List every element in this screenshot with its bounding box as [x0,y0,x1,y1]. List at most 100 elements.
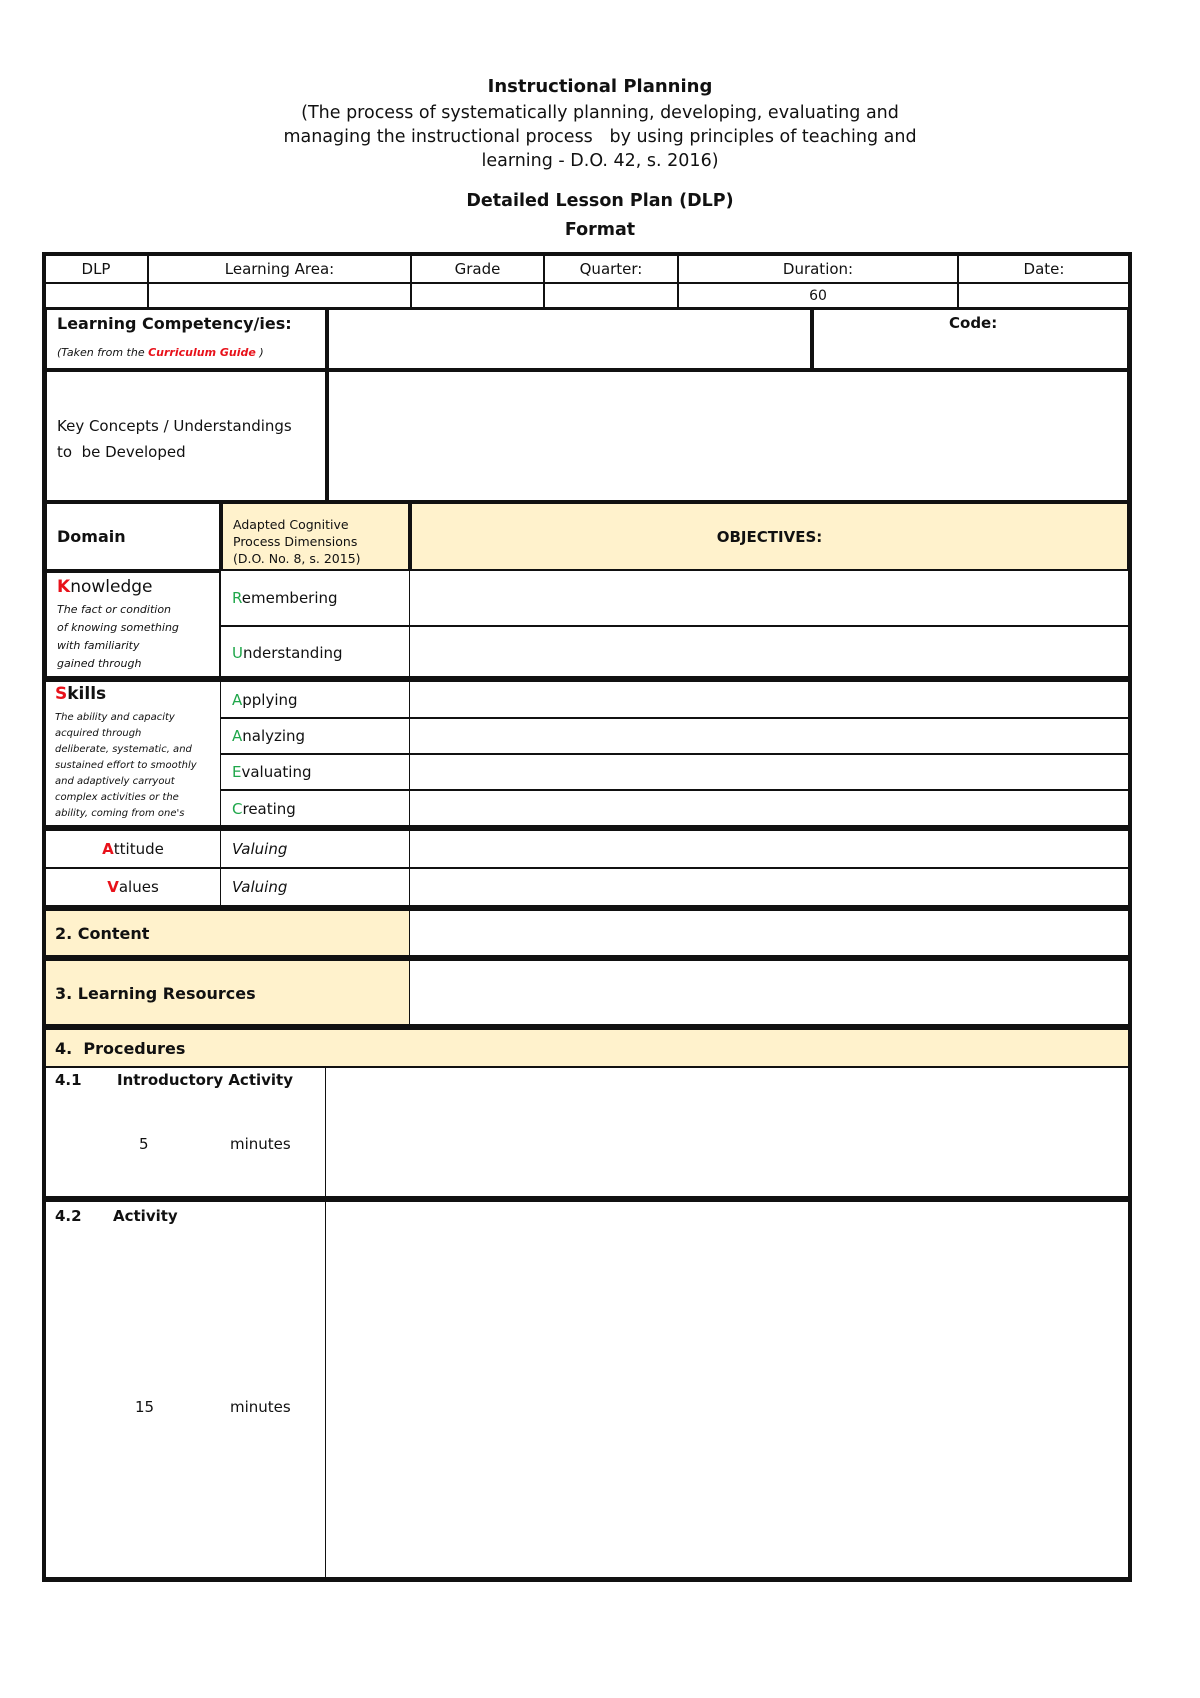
label-learning-area: Learning Area: [148,254,411,283]
objective-remembering-field[interactable] [409,570,1130,626]
page-description: (The process of systematically planning,… [0,101,1200,173]
skills-domain-cell: Skills The ability and capacity acquired… [44,681,222,827]
process-rest: nderstanding [242,643,343,662]
objective-applying-field[interactable] [409,681,1130,718]
process-evaluating: Evaluating [220,754,411,790]
key-concepts-label: Key Concepts / Understandings to be Deve… [57,413,292,465]
procedure-minutes: 15 [135,1398,155,1416]
procedures-header: 4. Procedures [44,1029,1130,1067]
dimensions-line-1: Adapted Cognitive [233,517,349,532]
procedure-minutes-unit: minutes [230,1398,291,1416]
process-understanding: Understanding [220,626,411,679]
values-process: Valuing [220,868,411,906]
code-label: Code: [949,314,998,332]
skills-desc-line: acquired through [55,728,142,739]
page-title: Instructional Planning [487,76,713,97]
knowledge-domain-cell: Knowledge The fact or condition of knowi… [44,570,222,679]
objectives-header: OBJECTIVES: [409,501,1130,572]
attitude-initial: A [102,840,114,858]
skills-initial: S [55,684,68,704]
domain-label: Domain [57,527,126,546]
description-line-2: managing the instructional process by us… [283,127,917,147]
process-applying: Applying [220,681,411,718]
label-duration: Duration: [678,254,958,283]
key-concepts-line-1: Key Concepts / Understandings [57,417,292,435]
process-initial: A [232,690,243,709]
dimensions-label: Adapted Cognitive Process Dimensions (D.… [233,516,361,567]
skills-desc-line: sustained effort to smoothly [55,760,197,771]
dlp-field[interactable] [44,283,148,308]
objective-creating-field[interactable] [409,790,1130,827]
competency-field[interactable] [326,307,813,371]
content-label: 2. Content [55,924,150,943]
knowledge-desc-line: with familiarity [57,639,140,652]
procedure-number: 4.2 [55,1207,82,1225]
dimensions-line-2: Process Dimensions [233,534,358,549]
knowledge-rest: nowledge [70,577,153,597]
label-quarter: Quarter: [544,254,678,283]
key-concepts-field[interactable] [326,369,1130,503]
process-rest: nalyzing [242,727,306,745]
content-field[interactable] [409,910,1130,957]
duration-field[interactable]: 60 [678,283,958,308]
quarter-field[interactable] [544,283,678,308]
procedure-4-2-label-cell: 4.2 Activity 15 minutes [44,1201,327,1578]
objective-values-field[interactable] [409,868,1130,906]
resources-label: 3. Learning Resources [55,983,256,1003]
objective-evaluating-field[interactable] [409,754,1130,790]
competency-label-cell: Learning Competency/ies: (Taken from the… [44,307,328,371]
objective-understanding-field[interactable] [409,626,1130,679]
competency-label: Learning Competency/ies: [57,314,292,333]
grade-field[interactable] [411,283,544,308]
process-rest: valuating [241,763,312,781]
process-analyzing: Analyzing [220,718,411,754]
knowledge-desc-line: gained through [57,657,142,670]
description-line-1: (The process of systematically planning,… [301,103,899,123]
procedure-title: Activity [113,1207,178,1225]
process-initial: C [232,799,243,818]
skills-rest: kills [67,684,107,704]
process-initial: A [232,727,243,745]
competency-note-prefix: (Taken from the [57,346,149,359]
skills-desc-line: The ability and capacity [55,712,175,723]
description-line-3: learning - D.O. 42, s. 2016) [481,151,719,171]
label-date: Date: [958,254,1130,283]
dimensions-line-3: (D.O. No. 8, s. 2015) [233,551,361,566]
content-label-cell: 2. Content [44,910,411,957]
document-title: Detailed Lesson Plan (DLP) [466,191,734,211]
procedure-title: Introductory Activity [117,1071,293,1089]
key-concepts-line-2: to be Developed [57,443,186,461]
procedure-4-1-field[interactable] [325,1067,1130,1199]
process-creating: Creating [220,790,411,827]
process-rest: reating [242,799,296,818]
skills-description: The ability and capacity acquired throug… [55,710,197,822]
knowledge-initial: K [57,577,71,597]
date-field[interactable] [958,283,1130,308]
attitude-process-label: Valuing [232,840,288,858]
knowledge-desc-line: The fact or condition [57,603,172,616]
skills-desc-line: complex activities or the [55,792,179,803]
objective-attitude-field[interactable] [409,830,1130,868]
code-cell[interactable]: Code: [811,307,1130,371]
objective-analyzing-field[interactable] [409,718,1130,754]
skills-desc-line: deliberate, systematic, and [55,744,192,755]
attitude-rest: ttitude [113,840,164,858]
process-rest: pplying [242,690,298,709]
skills-desc-line: and adaptively carryout [55,776,175,787]
knowledge-description: The fact or condition of knowing somethi… [57,601,179,673]
knowledge-desc-line: of knowing something [57,621,179,634]
procedure-minutes-unit: minutes [230,1135,291,1153]
learning-area-field[interactable] [148,283,411,308]
competency-note: (Taken from the Curriculum Guide ) [57,344,264,362]
document-subtitle: Format [564,220,636,240]
remembering-label: Remembering [232,589,338,607]
attitude-domain-cell: Attitude [44,830,222,868]
dimensions-header: Adapted Cognitive Process Dimensions (D.… [220,501,411,572]
procedure-4-2-field[interactable] [325,1201,1130,1578]
process-rest: emembering [241,589,338,607]
procedure-minutes: 5 [139,1135,149,1153]
domain-header: Domain [44,501,222,572]
key-concepts-label-cell: Key Concepts / Understandings to be Deve… [44,369,328,503]
attitude-process: Valuing [220,830,411,868]
resources-field[interactable] [409,960,1130,1026]
